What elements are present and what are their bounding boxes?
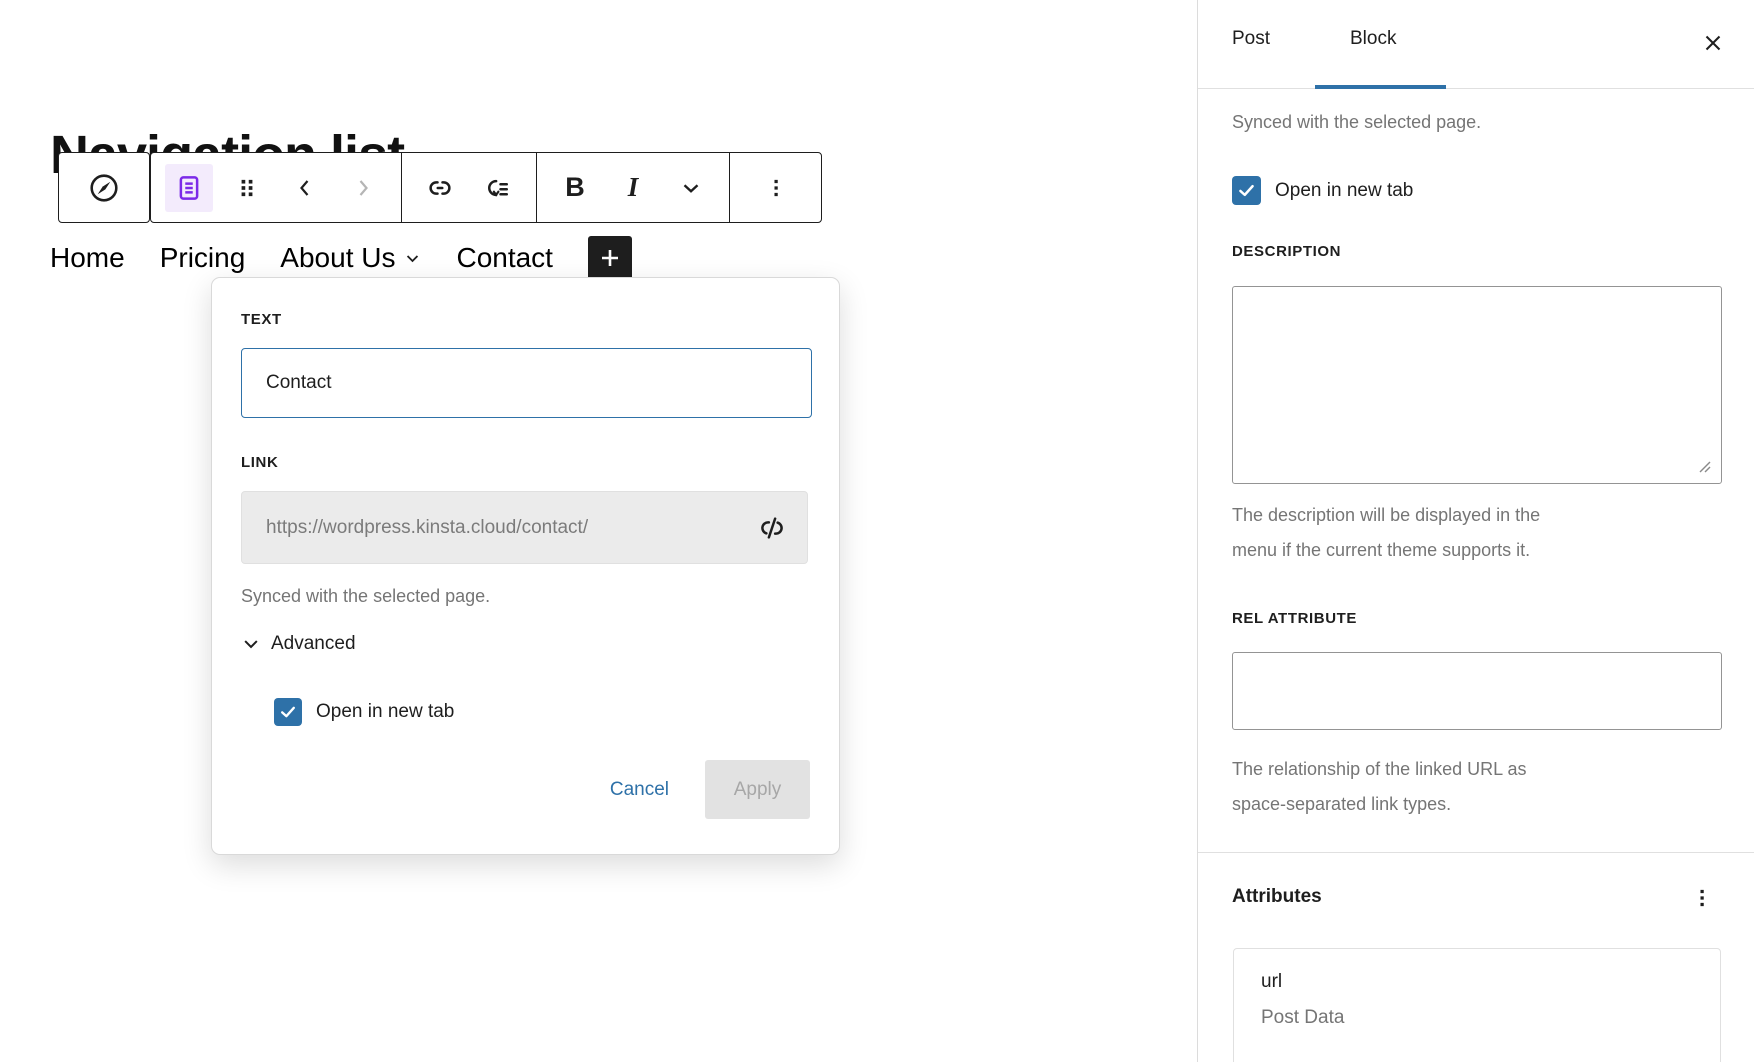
block-toolbar: B I (150, 152, 822, 223)
rel-attribute-label: REL ATTRIBUTE (1232, 610, 1357, 627)
move-right-button[interactable] (339, 164, 387, 212)
rel-help-line1: The relationship of the linked URL as (1232, 752, 1527, 787)
link-field-label: LINK (241, 454, 278, 471)
plus-icon (598, 246, 622, 270)
italic-button[interactable]: I (609, 164, 657, 212)
more-formats-button[interactable] (667, 164, 715, 212)
link-button[interactable] (416, 164, 464, 212)
active-tab-indicator (1315, 85, 1446, 89)
sidebar-tabbar: Post Block (1198, 0, 1754, 89)
sidebar-open-new-tab-label: Open in new tab (1275, 180, 1413, 202)
advanced-toggle[interactable]: Advanced (241, 633, 356, 655)
nav-item-about-us[interactable]: About Us (280, 242, 421, 274)
open-new-tab-label: Open in new tab (316, 701, 454, 723)
compass-navigation-icon (86, 170, 122, 206)
close-icon (1700, 30, 1726, 56)
nav-item-contact[interactable]: Contact (456, 242, 553, 274)
description-textarea[interactable] (1232, 286, 1722, 484)
text-input[interactable] (241, 348, 812, 418)
advanced-label: Advanced (271, 633, 356, 655)
tab-post[interactable]: Post (1232, 28, 1270, 50)
open-new-tab-checkbox[interactable] (274, 698, 302, 726)
options-button[interactable] (752, 164, 800, 212)
bold-icon: B (565, 172, 585, 203)
open-new-tab-row: Open in new tab (274, 698, 454, 726)
nav-item-label: About Us (280, 242, 395, 274)
chevron-down-icon (678, 175, 704, 201)
nav-item-home[interactable]: Home (50, 242, 125, 274)
description-label: DESCRIPTION (1232, 243, 1341, 260)
chevron-left-icon (293, 176, 317, 200)
check-icon (1236, 180, 1257, 201)
add-block-button[interactable] (588, 236, 632, 280)
toolbar-group-format: B I (536, 153, 729, 222)
kebab-menu-icon (1689, 885, 1715, 911)
navigation-menu: Home Pricing About Us Contact (50, 236, 632, 280)
link-field[interactable]: https://wordpress.kinsta.cloud/contact/ (241, 491, 808, 564)
description-help: The description will be displayed in the… (1232, 498, 1540, 568)
description-help-line1: The description will be displayed in the (1232, 498, 1540, 533)
link-popover: TEXT LINK https://wordpress.kinsta.cloud… (211, 277, 840, 855)
editor-stage: Navigation list (0, 0, 1754, 1062)
toolbar-group-link (401, 153, 536, 222)
close-sidebar-button[interactable] (1696, 26, 1730, 60)
attributes-options-button[interactable] (1684, 880, 1720, 916)
chevron-down-icon (404, 250, 421, 267)
rel-help-line2: space-separated link types. (1232, 787, 1527, 822)
chevron-down-icon (241, 634, 261, 654)
sidebar-synced-note: Synced with the selected page. (1232, 112, 1481, 133)
synced-note: Synced with the selected page. (241, 586, 490, 607)
add-submenu-button[interactable] (474, 164, 522, 212)
sidebar-open-new-tab-checkbox[interactable] (1232, 176, 1261, 205)
apply-button[interactable]: Apply (705, 760, 810, 819)
attribute-source: Post Data (1261, 1007, 1344, 1029)
move-left-button[interactable] (281, 164, 329, 212)
attribute-card[interactable]: url Post Data (1233, 948, 1721, 1062)
attributes-title: Attributes (1232, 886, 1322, 908)
page-link-block-icon[interactable] (165, 164, 213, 212)
kebab-menu-icon (763, 175, 789, 201)
sidebar-divider (1198, 852, 1754, 853)
italic-icon: I (628, 172, 639, 203)
settings-sidebar: Post Block Synced with the selected page… (1197, 0, 1754, 1062)
link-icon (425, 173, 455, 203)
unlink-icon[interactable] (757, 513, 787, 543)
rel-help: The relationship of the linked URL as sp… (1232, 752, 1527, 822)
drag-handle-icon[interactable] (223, 164, 271, 212)
text-field-label: TEXT (241, 311, 282, 328)
description-help-line2: menu if the current theme supports it. (1232, 533, 1540, 568)
chevron-right-icon (351, 176, 375, 200)
sidebar-open-new-tab-row: Open in new tab (1232, 176, 1413, 205)
nav-item-pricing[interactable]: Pricing (160, 242, 246, 274)
bold-button[interactable]: B (551, 164, 599, 212)
add-submenu-icon (483, 173, 513, 203)
cancel-button[interactable]: Cancel (610, 779, 669, 801)
link-url-value: https://wordpress.kinsta.cloud/contact/ (266, 517, 588, 539)
toolbar-parent-block-button[interactable] (58, 152, 150, 223)
toolbar-group-options (729, 153, 821, 222)
attribute-name: url (1261, 971, 1282, 993)
tab-block[interactable]: Block (1350, 28, 1396, 50)
check-icon (278, 702, 298, 722)
popover-actions: Cancel Apply (610, 760, 810, 819)
toolbar-group-block (151, 153, 401, 222)
rel-attribute-input[interactable] (1232, 652, 1722, 730)
